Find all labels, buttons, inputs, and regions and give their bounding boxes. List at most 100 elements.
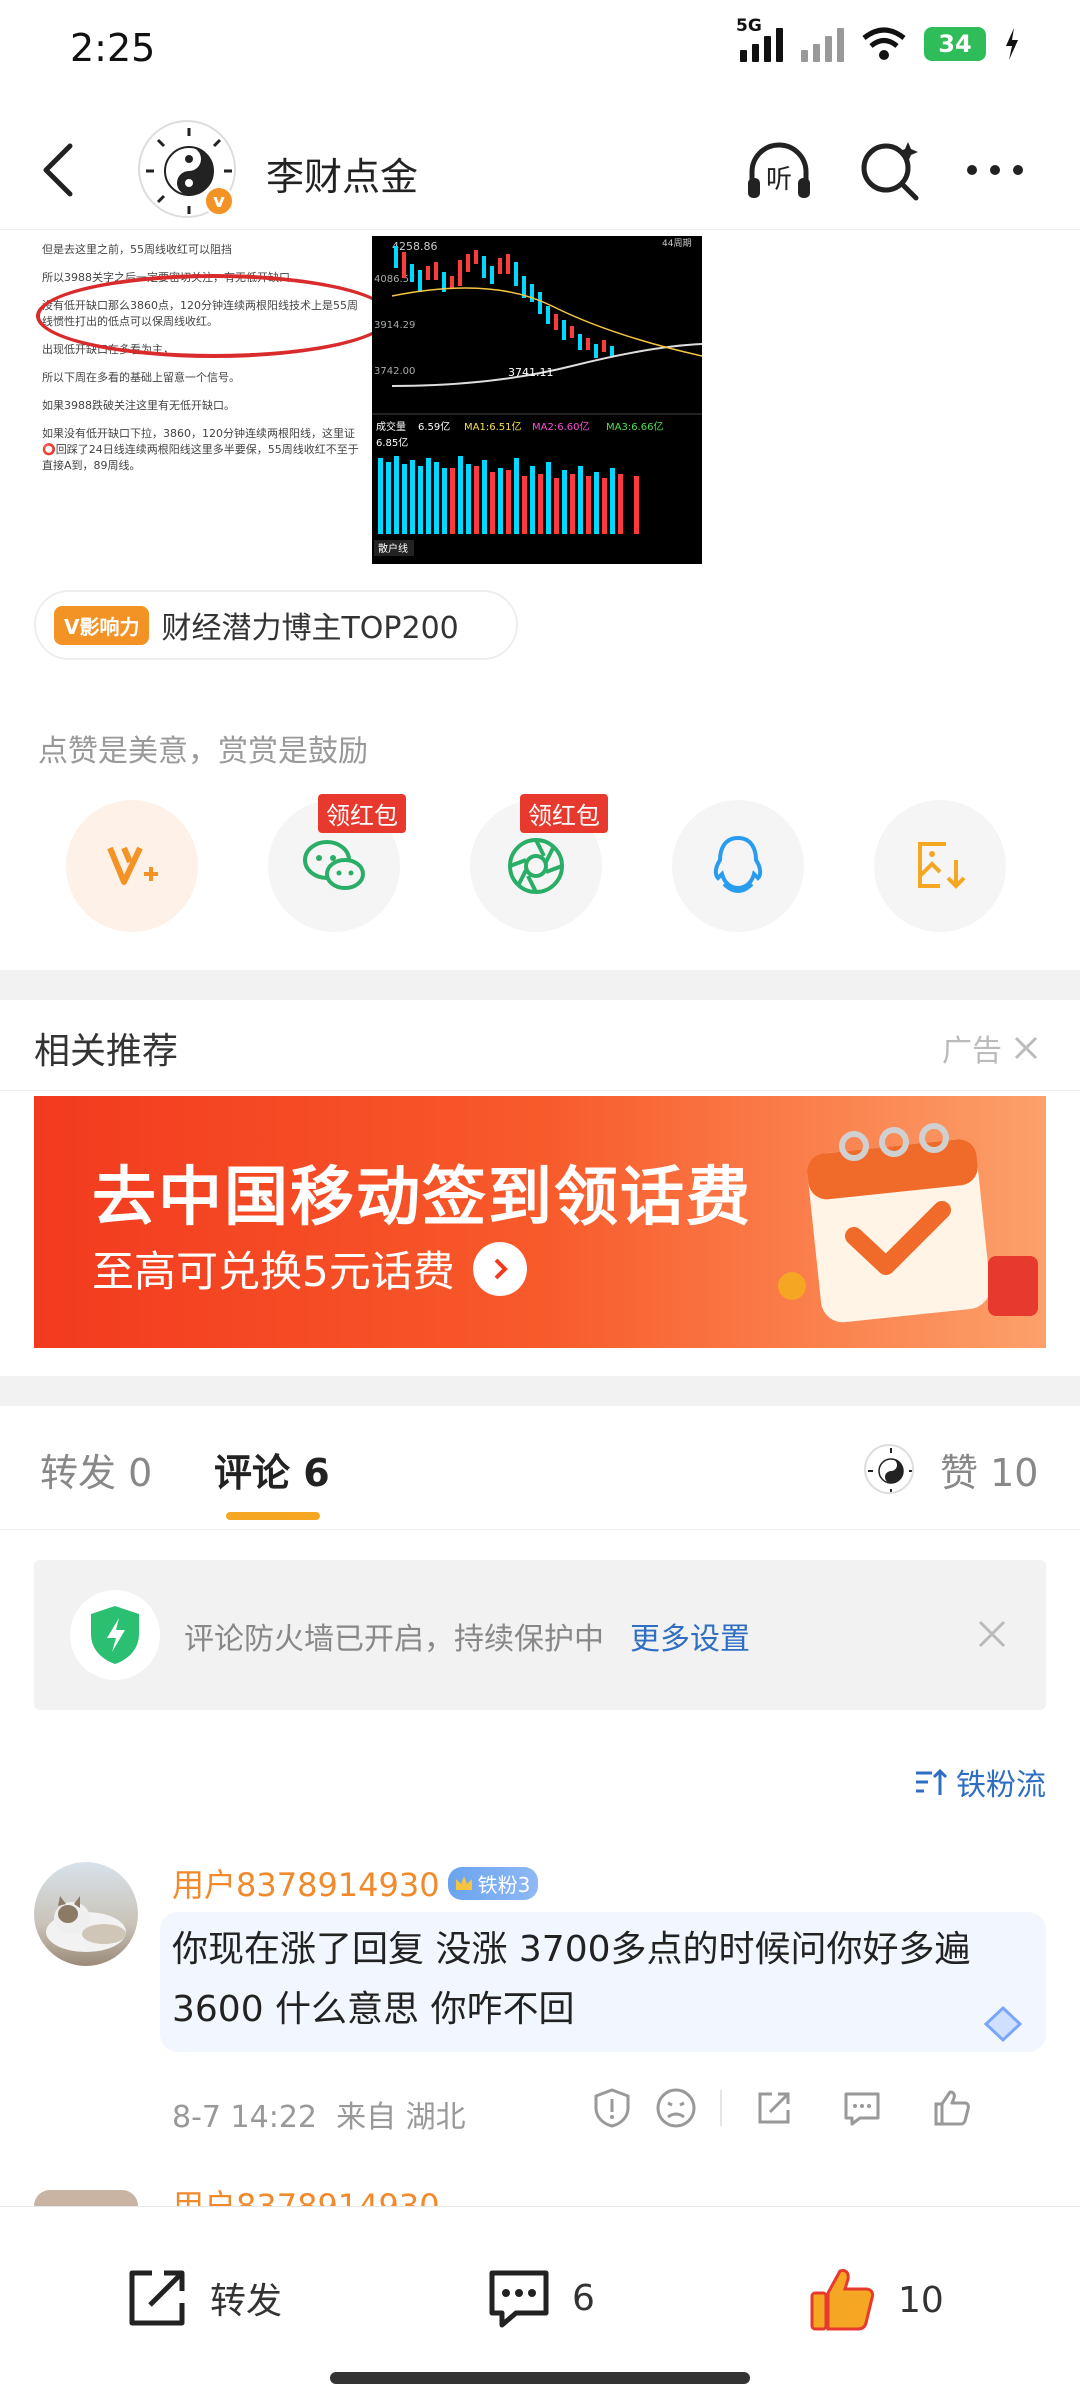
appreciate-text: 点赞是美意，赏赏是鼓励 xyxy=(38,734,368,769)
qq-icon xyxy=(713,835,763,893)
reward-v-button[interactable] xyxy=(66,800,198,932)
share-icon[interactable] xyxy=(752,2086,796,2130)
more-settings-link[interactable]: 更多设置 xyxy=(630,1622,750,1657)
chevron-right-icon xyxy=(472,1241,527,1296)
commenter-name[interactable]: 用户8378914930 铁粉3 xyxy=(172,1860,539,1906)
listen-icon[interactable]: 听 xyxy=(744,138,814,202)
sort-toggle[interactable]: 铁粉流 xyxy=(914,1760,1046,1804)
calendar-check-icon xyxy=(778,1123,1038,1323)
ad-banner[interactable]: 去中国移动签到领话费 至高可兑换5元话费 xyxy=(34,1096,1046,1348)
fan-badge-text: 铁粉3 xyxy=(477,1872,531,1897)
tab-comment[interactable]: 评论 6 xyxy=(214,1442,330,1497)
charging-icon xyxy=(1006,28,1018,60)
red-annotation-circle xyxy=(36,274,392,358)
commenter-name[interactable]: 用户8378914930 xyxy=(172,2186,440,2206)
more-icon[interactable] xyxy=(960,138,1030,202)
svg-text:4258.86: 4258.86 xyxy=(392,240,438,253)
share-wechat-button[interactable]: 领红包 xyxy=(268,794,406,932)
ad-label-text: 广告 xyxy=(942,1034,1002,1069)
note-line: 如果没有低开缺口下拉，3860，120分钟连续两根阳线，这里证⭕回踩了24日线连… xyxy=(42,427,359,472)
like-icon[interactable] xyxy=(930,2086,974,2130)
svg-text:44周期: 44周期 xyxy=(662,238,691,249)
tab-repost[interactable]: 转发 0 xyxy=(40,1442,152,1497)
repost-icon xyxy=(129,2270,185,2326)
comment-time: 8-7 14:22 xyxy=(172,2100,317,2135)
firewall-text: 评论防火墙已开启，持续保护中 更多设置 xyxy=(184,1614,750,1658)
tab-comment-count: 6 xyxy=(303,1451,330,1495)
wifi-icon xyxy=(862,27,906,60)
svg-text:听: 听 xyxy=(766,165,792,195)
iron-fan-badge: 铁粉3 xyxy=(447,1866,539,1900)
shield-icon xyxy=(70,1590,160,1680)
like-button[interactable]: 10 xyxy=(806,2263,944,2337)
author-name[interactable]: 李财点金 xyxy=(266,146,418,201)
comment-location: 来自 湖北 xyxy=(336,2100,466,2135)
influence-text: 财经潜力博主TOP200 xyxy=(161,611,459,646)
comment-text: 你现在涨了回复 没涨 3700多点的时候问你好多遍 3600 什么意思 你咋不回 xyxy=(172,1929,971,2030)
battery-indicator: 34 xyxy=(924,27,986,61)
post-image-text-notes[interactable]: 但是去这里之前，55周线收红可以阻挡 所以3988关字之后一定要密切关注，有无低… xyxy=(30,230,392,564)
comment-icon xyxy=(489,2270,549,2328)
thumbs-up-icon xyxy=(810,2269,875,2331)
tab-like-label: 赞 xyxy=(940,1451,979,1495)
close-ad-icon[interactable] xyxy=(1012,1034,1040,1062)
save-image-icon xyxy=(918,842,966,889)
svg-text:3742.00: 3742.00 xyxy=(374,366,415,377)
sort-icon xyxy=(916,1768,948,1795)
share-qq-button[interactable] xyxy=(672,800,804,932)
tab-comment-label: 评论 xyxy=(214,1451,291,1495)
influence-badge: V影响力 xyxy=(54,605,150,645)
post-image-stock-chart[interactable]: 4258.86 44周期 4086.57 3914.29 3742.00 374… xyxy=(372,236,702,564)
comment-actions xyxy=(590,2080,1050,2136)
share-moments-button[interactable]: 领红包 xyxy=(470,794,608,932)
v-plus-icon xyxy=(107,846,158,885)
active-tab-indicator xyxy=(226,1512,320,1520)
svg-text:6.85亿: 6.85亿 xyxy=(376,436,408,449)
banner-title: 去中国移动签到领话费 xyxy=(92,1161,752,1235)
like-count: 10 xyxy=(898,2279,944,2321)
svg-text:成交量: 成交量 xyxy=(376,420,406,433)
repost-button[interactable]: 转发 xyxy=(122,2263,282,2333)
close-icon[interactable] xyxy=(972,1614,1012,1654)
note-line: 如果3988跌破关注这里有无低开缺口。 xyxy=(42,399,235,412)
commenter-username: 用户8378914930 xyxy=(172,1866,440,1904)
svg-text:MA2:6.60亿: MA2:6.60亿 xyxy=(532,420,589,433)
signal-no-service-icon xyxy=(801,26,844,62)
commenter-avatar[interactable] xyxy=(34,1862,138,1966)
svg-text:6.59亿: 6.59亿 xyxy=(418,420,450,433)
section-divider xyxy=(0,1376,1080,1406)
svg-text:MA3:6.66亿: MA3:6.66亿 xyxy=(606,420,663,433)
tab-repost-label: 转发 xyxy=(40,1451,117,1495)
comment-firewall-notice: 评论防火墙已开启，持续保护中 更多设置 xyxy=(34,1560,1046,1710)
reply-icon[interactable] xyxy=(840,2086,884,2130)
influence-tag[interactable]: V影响力 财经潜力博主TOP200 xyxy=(34,590,518,660)
section-divider xyxy=(0,970,1080,1000)
ai-search-icon[interactable] xyxy=(856,138,926,202)
home-indicator[interactable] xyxy=(330,2372,750,2384)
report-icon[interactable] xyxy=(590,2086,634,2130)
comment-meta: 8-7 14:22 来自 湖北 xyxy=(172,2092,466,2136)
liker-avatar[interactable] xyxy=(864,1444,914,1494)
candlestick-chart: 4258.86 44周期 4086.57 3914.29 3742.00 374… xyxy=(372,236,702,564)
commenter-avatar[interactable] xyxy=(34,2190,138,2206)
tab-repost-count: 0 xyxy=(128,1451,153,1495)
back-arrow-icon[interactable] xyxy=(34,140,84,200)
svg-text:3741.11: 3741.11 xyxy=(508,366,554,379)
action-separator xyxy=(720,2090,722,2126)
repost-label: 转发 xyxy=(210,2281,283,2322)
signal-5g-icon: 5G xyxy=(736,16,783,62)
comment-button[interactable]: 6 xyxy=(484,2263,595,2333)
tab-like[interactable]: 赞 10 xyxy=(940,1442,1038,1497)
sort-label: 铁粉流 xyxy=(956,1768,1046,1803)
svg-text:散户线: 散户线 xyxy=(378,542,408,555)
status-icons: 5G 34 xyxy=(736,16,1020,62)
divider-line xyxy=(0,1090,1080,1091)
svg-text:MA1:6.51亿: MA1:6.51亿 xyxy=(464,420,521,433)
save-image-button[interactable] xyxy=(874,800,1006,932)
yin-yang-icon xyxy=(868,1448,912,1492)
ad-label[interactable]: 广告 xyxy=(942,1026,1040,1070)
top-nav-bar: v 李财点金 听 xyxy=(0,110,1080,230)
dislike-face-icon[interactable] xyxy=(654,2086,698,2130)
note-line: 所以下周在多看的基础上留意一个信号。 xyxy=(42,371,240,384)
status-time: 2:25 xyxy=(70,26,156,70)
